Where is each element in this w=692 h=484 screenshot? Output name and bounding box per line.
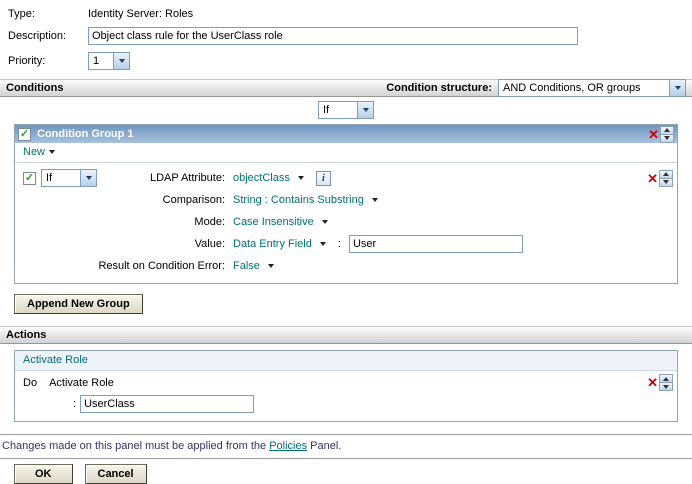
chevron-down-icon xyxy=(267,264,274,268)
group-reorder-spinner xyxy=(660,125,674,143)
chevron-down-icon xyxy=(321,220,328,224)
condition-group-controls: ✕ xyxy=(648,125,674,143)
condition-checkbox[interactable]: ✓ xyxy=(23,171,36,185)
condition-attribute-row: ✓ If LDAP Attribute: objectClass i ✕ xyxy=(23,167,673,189)
comparison-label: Comparison: xyxy=(162,194,225,206)
type-value: Identity Server: Roles xyxy=(88,8,194,20)
chevron-down-icon xyxy=(297,176,304,180)
value-content: Data Entry Field : xyxy=(233,235,673,253)
do-label: Do xyxy=(23,376,38,389)
mode-content: Case Insensitive xyxy=(233,216,673,228)
chevron-down-icon xyxy=(319,242,326,246)
action-value-row: : xyxy=(15,391,677,421)
priority-label: Priority: xyxy=(8,55,46,67)
comparison-row: Comparison: String : Contains Substring xyxy=(23,189,673,211)
delete-condition-icon[interactable]: ✕ xyxy=(647,172,658,185)
actions-title: Actions xyxy=(6,329,47,341)
condition-group-header: ✓ Condition Group 1 ✕ xyxy=(15,125,677,143)
action-value-input[interactable] xyxy=(80,395,255,413)
condition-row-controls: ✕ xyxy=(647,169,673,187)
condition-group-checkbox[interactable]: ✓ xyxy=(18,127,31,141)
result-on-error-label: Result on Condition Error: xyxy=(98,260,225,272)
ldap-attribute-content: objectClass i ✕ xyxy=(233,169,673,187)
footer-buttons: OK Cancel xyxy=(0,459,692,484)
note-text-after: Panel. xyxy=(307,440,342,452)
value-separator: : xyxy=(337,238,341,250)
result-on-error-row: Result on Condition Error: False xyxy=(23,255,673,277)
delete-group-icon[interactable]: ✕ xyxy=(648,128,659,141)
type-row: Type: Identity Server: Roles xyxy=(8,8,692,20)
mode-row: Mode: Case Insensitive xyxy=(23,211,673,233)
new-condition-menu[interactable]: New xyxy=(23,146,45,158)
policy-editor-page: Type: Identity Server: Roles Description… xyxy=(0,0,692,484)
chevron-down-icon xyxy=(669,80,685,96)
value-label: Value: xyxy=(194,238,225,250)
chevron-down-icon xyxy=(80,170,96,186)
conditions-title: Conditions xyxy=(6,82,64,94)
activate-role-link[interactable]: Activate Role xyxy=(23,354,88,366)
check-icon: ✓ xyxy=(24,171,35,184)
result-on-error-content: False xyxy=(233,260,673,272)
comparison-dropdown[interactable]: String : Contains Substring xyxy=(233,194,364,206)
chevron-down-icon xyxy=(357,102,373,118)
ldap-attribute-label: LDAP Attribute: xyxy=(149,172,225,184)
move-down-icon[interactable] xyxy=(659,177,673,187)
value-mode-dropdown[interactable]: Data Entry Field xyxy=(233,238,312,250)
group-join-row: If xyxy=(0,97,692,124)
actions-section-bar: Actions xyxy=(0,326,692,344)
group-if-select[interactable]: If xyxy=(318,101,374,119)
note-text-before: Changes made on this panel must be appli… xyxy=(2,440,270,452)
condition-group-title: Condition Group 1 xyxy=(37,128,134,140)
move-down-icon[interactable] xyxy=(660,133,674,143)
condition-enable-controls: ✓ If xyxy=(23,169,115,187)
action-name: Activate Role xyxy=(49,376,114,389)
description-label: Description: xyxy=(8,30,67,42)
description-row: Description: xyxy=(8,27,692,45)
condition-value-input[interactable] xyxy=(348,235,523,253)
action-value-separator: : xyxy=(73,398,77,410)
move-down-icon[interactable] xyxy=(659,382,673,391)
apply-note: Changes made on this panel must be appli… xyxy=(0,435,692,458)
condition-if-select[interactable]: If xyxy=(41,169,97,187)
description-input[interactable] xyxy=(88,27,578,45)
priority-select[interactable]: 1 xyxy=(88,52,130,70)
action-do-row: Do Activate Role ✕ xyxy=(15,371,677,391)
mode-label: Mode: xyxy=(194,216,225,228)
check-icon: ✓ xyxy=(19,127,30,140)
type-label: Type: xyxy=(8,8,35,20)
cancel-button[interactable]: Cancel xyxy=(84,464,147,484)
policies-link[interactable]: Policies xyxy=(269,440,307,452)
actions-group-header: Activate Role xyxy=(15,351,677,371)
policy-form: Type: Identity Server: Roles Description… xyxy=(0,0,692,79)
ok-button[interactable]: OK xyxy=(14,464,73,484)
actions-box: Activate Role Do Activate Role ✕ : xyxy=(14,350,678,422)
conditions-section-bar: Conditions Condition structure: AND Cond… xyxy=(0,79,692,97)
comparison-content: String : Contains Substring xyxy=(233,194,673,206)
action-reorder-spinner xyxy=(659,374,673,391)
condition-structure-group: Condition structure: AND Conditions, OR … xyxy=(386,79,686,97)
delete-action-icon[interactable]: ✕ xyxy=(647,376,658,389)
ldap-attribute-dropdown[interactable]: objectClass xyxy=(233,172,290,184)
chevron-down-icon xyxy=(49,150,56,154)
new-condition-row: New xyxy=(15,143,677,163)
mode-dropdown[interactable]: Case Insensitive xyxy=(233,216,314,228)
action-row-controls: ✕ xyxy=(647,374,673,391)
info-icon[interactable]: i xyxy=(315,170,331,186)
condition-rows: ✓ If LDAP Attribute: objectClass i ✕ Com… xyxy=(15,163,677,283)
chevron-down-icon xyxy=(113,53,129,69)
append-new-group-button[interactable]: Append New Group xyxy=(14,294,143,314)
condition-structure-select[interactable]: AND Conditions, OR groups xyxy=(498,79,686,97)
condition-reorder-spinner xyxy=(659,169,673,187)
condition-group-box: ✓ Condition Group 1 ✕ New ✓ If LDAP Attr… xyxy=(14,124,678,284)
append-group-row: Append New Group xyxy=(14,294,692,314)
chevron-down-icon xyxy=(371,198,378,202)
priority-row: Priority: 1 xyxy=(8,52,692,70)
condition-structure-label: Condition structure: xyxy=(386,82,492,94)
result-on-error-dropdown[interactable]: False xyxy=(233,260,260,272)
value-row: Value: Data Entry Field : xyxy=(23,233,673,255)
